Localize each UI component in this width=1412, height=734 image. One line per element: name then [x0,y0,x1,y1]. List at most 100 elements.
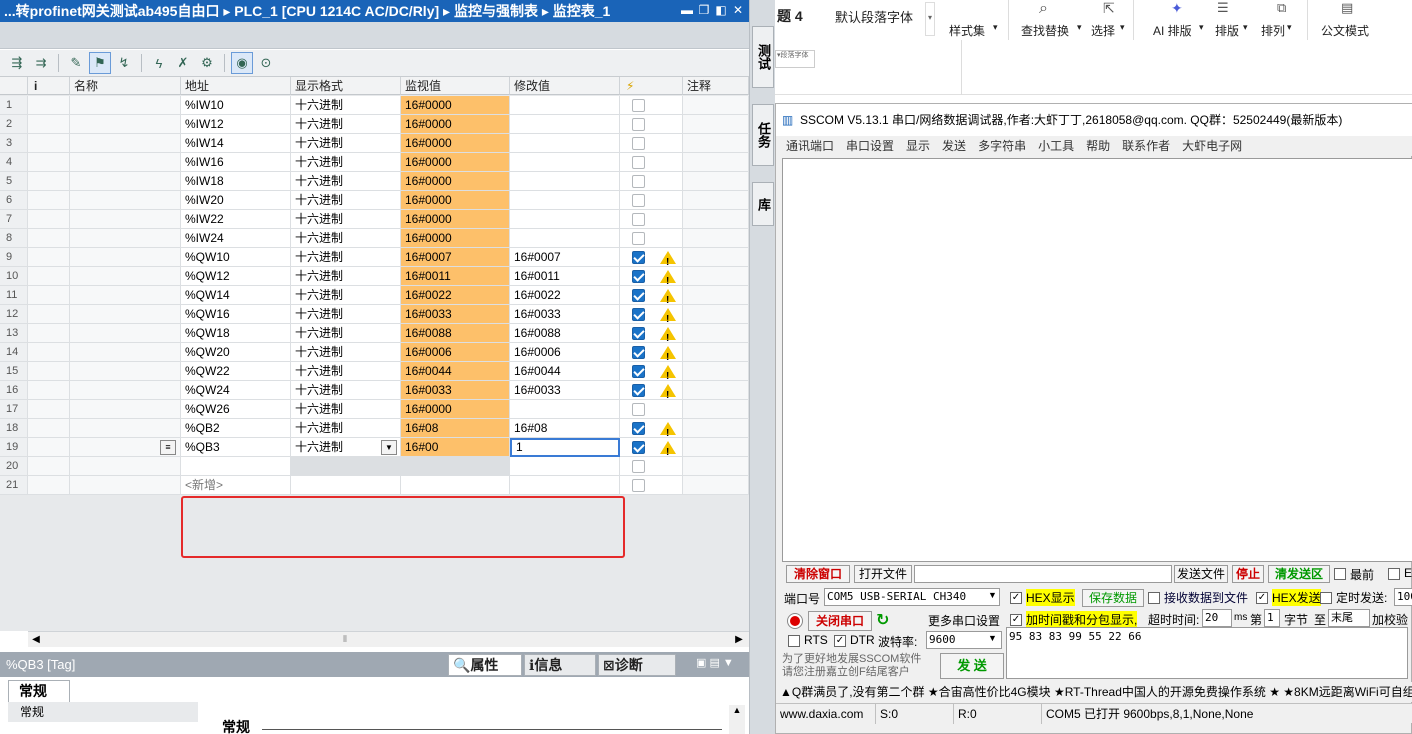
modify-checkbox[interactable] [632,308,645,321]
close-port-button[interactable]: 关闭串口 [808,611,872,631]
add-row-icon[interactable]: ⇉ [30,52,52,74]
row-name-cell[interactable] [70,343,181,362]
row-format-cell[interactable]: 十六进制 [291,362,401,381]
row-name-cell[interactable] [70,115,181,134]
layout-button[interactable]: 排版 [1215,22,1239,39]
clear-send-button[interactable]: 清发送区 [1268,565,1330,583]
open-file-button[interactable]: 打开文件 [854,565,912,583]
row-modify-cell[interactable] [510,476,620,495]
row-comment-cell[interactable] [683,134,749,153]
table-row[interactable]: 10 %QW12 十六进制 16#0011 16#0011 [0,267,749,286]
arrange-dropdown-icon[interactable]: ▾ [1287,22,1292,33]
row-modify-cell[interactable]: 16#0033 [510,381,620,400]
menu-display[interactable]: 显示 [906,136,930,156]
row-comment-cell[interactable] [683,153,749,172]
trigger-icon[interactable]: ⚙ [196,52,218,74]
row-name-cell[interactable] [70,134,181,153]
modify-checkbox[interactable] [632,99,645,112]
scroll-right-icon[interactable]: ▶ [731,632,747,647]
col-header-format[interactable]: 显示格式 [291,77,401,95]
checksum-label[interactable]: 加校验 [1372,611,1408,628]
row-format-cell[interactable]: 十六进制 [291,286,401,305]
row-name-cell[interactable] [70,172,181,191]
send-file-button[interactable]: 发送文件 [1174,565,1228,583]
row-comment-cell[interactable] [683,305,749,324]
row-address-cell[interactable]: %IW22 [181,210,291,229]
table-row[interactable]: 11 %QW14 十六进制 16#0022 16#0022 [0,286,749,305]
style-heading4[interactable]: 题 4 [777,6,803,26]
topmost-checkbox[interactable] [1334,568,1346,580]
row-name-cell[interactable] [70,305,181,324]
receive-area[interactable] [782,158,1412,562]
col-header-modify[interactable]: 修改值 [510,77,620,95]
row-comment-cell[interactable] [683,381,749,400]
save-data-button[interactable]: 保存数据 [1082,589,1144,607]
row-format-cell[interactable]: 十六进制 [291,400,401,419]
hex-display-checkbox[interactable]: ✓ [1010,592,1022,604]
row-address-cell[interactable]: %IW18 [181,172,291,191]
row-modify-cell[interactable]: 16#0011 [510,267,620,286]
timestamp-checkbox[interactable]: ✓ [1010,614,1022,626]
format-dropdown-icon[interactable]: ▼ [381,440,397,455]
modify-checkbox[interactable] [632,156,645,169]
row-format-cell[interactable]: 十六进制 [291,305,401,324]
row-address-cell[interactable]: %IW16 [181,153,291,172]
table-row[interactable]: 4 %IW16 十六进制 16#0000 [0,153,749,172]
style-gallery-scroll[interactable]: ▾ [925,2,935,36]
row-modify-cell[interactable] [510,153,620,172]
row-modify-cell[interactable]: 16#0088 [510,324,620,343]
table-row[interactable]: 18 %QB2 十六进制 16#08 16#08 [0,419,749,438]
row-format-cell[interactable]: 十六进制 [291,324,401,343]
menu-help[interactable]: 帮助 [1086,136,1110,156]
row-address-cell[interactable]: %QW22 [181,362,291,381]
row-address-cell[interactable]: %QB3 [181,438,291,457]
table-row[interactable]: 16 %QW24 十六进制 16#0033 16#0033 [0,381,749,400]
row-address-cell[interactable]: %QW12 [181,267,291,286]
row-name-cell[interactable] [70,400,181,419]
row-format-cell[interactable]: 十六进制 [291,248,401,267]
row-comment-cell[interactable] [683,438,749,457]
row-format-cell[interactable]: 十六进制 [291,343,401,362]
restore-icon[interactable]: ❐ [697,2,711,18]
row-address-cell[interactable] [181,457,291,476]
row-address-cell[interactable]: %IW14 [181,134,291,153]
glasses-icon[interactable]: ⊙ [255,52,277,74]
modify-checkbox[interactable] [632,289,645,302]
row-format-cell[interactable]: 十六进制 [291,172,401,191]
row-name-cell[interactable] [70,191,181,210]
style-default-font[interactable]: 默认段落字体 [835,7,913,26]
menu-tools[interactable]: 小工具 [1038,136,1074,156]
modify-checkbox[interactable] [632,460,645,473]
general-nav-item[interactable]: 常规 [8,702,198,722]
select-dropdown-icon[interactable]: ▾ [1120,22,1125,33]
table-row[interactable]: 6 %IW20 十六进制 16#0000 [0,191,749,210]
tab-properties[interactable]: 🔍属性 [448,654,522,676]
row-name-cell[interactable] [70,362,181,381]
tab-diagnostics[interactable]: ⊠诊断 [598,654,676,676]
port-dropdown-icon[interactable]: ▼ [988,590,997,600]
row-comment-cell[interactable] [683,286,749,305]
display-format-icon[interactable]: ⚑ [89,52,111,74]
send-button[interactable]: 发 送 [940,653,1004,679]
row-name-cell[interactable] [70,96,181,115]
menu-serial-settings[interactable]: 串口设置 [846,136,894,156]
row-modify-cell[interactable] [510,400,620,419]
row-format-cell[interactable] [291,457,401,476]
recv-to-file-checkbox[interactable] [1148,592,1160,604]
tab-info[interactable]: ℹ信息 [524,654,596,676]
row-address-cell[interactable]: %QW26 [181,400,291,419]
row-modify-cell[interactable] [510,134,620,153]
col-header-comment[interactable]: 注释 [683,77,749,95]
table-row[interactable]: 21 <新增> [0,476,749,495]
row-format-cell[interactable]: 十六进制 [291,381,401,400]
col-header-address[interactable]: 地址 [181,77,291,95]
table-row[interactable]: 9 %QW10 十六进制 16#0007 16#0007 [0,248,749,267]
row-modify-cell[interactable] [510,115,620,134]
row-address-cell[interactable]: %QW20 [181,343,291,362]
table-row[interactable]: 14 %QW20 十六进制 16#0006 16#0006 [0,343,749,362]
row-name-cell[interactable] [70,286,181,305]
row-comment-cell[interactable] [683,362,749,381]
row-modify-cell[interactable]: 16#08 [510,419,620,438]
row-format-cell[interactable]: 十六进制 [291,419,401,438]
row-name-cell[interactable] [70,248,181,267]
